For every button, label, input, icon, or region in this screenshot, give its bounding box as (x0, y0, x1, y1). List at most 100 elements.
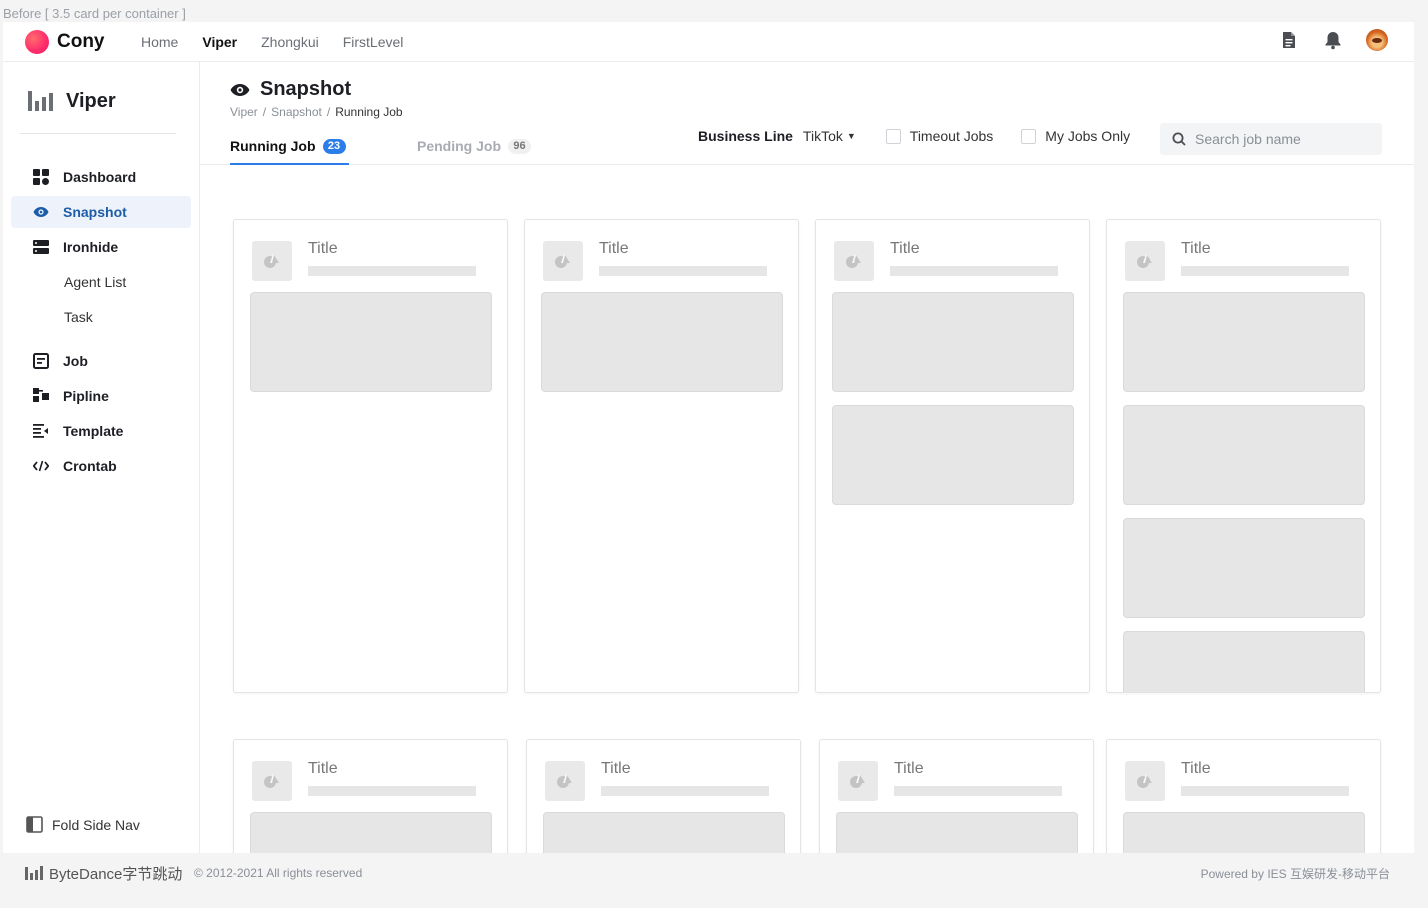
breadcrumb-snapshot[interactable]: Snapshot (271, 105, 322, 119)
job-card[interactable]: Title (819, 739, 1094, 853)
business-line-label: Business Line (698, 128, 793, 144)
main-content: Snapshot Viper / Snapshot / Running Job Runn… (200, 62, 1414, 853)
top-nav-firstlevel[interactable]: FirstLevel (343, 34, 404, 50)
content-placeholder (250, 292, 492, 392)
sidebar-item-label: Dashboard (63, 169, 137, 185)
brand-name[interactable]: Cony (57, 31, 105, 53)
caret-down-icon[interactable]: ▼ (847, 131, 856, 141)
checkbox-box[interactable] (885, 128, 901, 144)
sidebar-item-ironhide[interactable]: Ironhide (11, 231, 191, 263)
sidebar-item-label: Template (63, 423, 124, 439)
fold-side-nav-button[interactable]: Fold Side Nav (26, 816, 140, 833)
checkbox-box[interactable] (1021, 128, 1037, 144)
sidebar-item-template[interactable]: Template (11, 415, 191, 447)
sidebar: Viper Dashboard Snapshot Ironhide Agent … (3, 62, 200, 853)
sidebar-app-name: Viper (66, 89, 116, 112)
card-subtitle-placeholder (308, 266, 476, 276)
sidebar-item-snapshot[interactable]: Snapshot (11, 196, 191, 228)
card-subtitle-placeholder (894, 786, 1062, 796)
sidebar-logo[interactable]: Viper (28, 89, 116, 113)
sidebar-item-label: Pipline (63, 388, 109, 404)
timeout-jobs-checkbox[interactable]: Timeout Jobs (885, 128, 993, 144)
content-placeholder (1123, 405, 1365, 505)
viper-logo-icon (28, 91, 53, 111)
tab-label: Pending Job (417, 138, 501, 154)
top-icons (1278, 29, 1388, 51)
content-placeholder (543, 812, 785, 853)
card-title: Title (601, 760, 631, 777)
sidebar-item-label: Crontab (63, 458, 117, 474)
card-title: Title (1181, 240, 1211, 257)
avatar[interactable] (1366, 29, 1388, 51)
job-card[interactable]: Title (1106, 219, 1381, 693)
job-card[interactable]: Title (233, 739, 508, 853)
pipeline-icon (33, 388, 49, 404)
my-jobs-only-label: My Jobs Only (1045, 128, 1131, 144)
image-placeholder-icon (252, 241, 292, 281)
sidebar-item-task[interactable]: Task (11, 301, 191, 333)
top-nav-home[interactable]: Home (141, 34, 178, 50)
running-count-badge: 23 (322, 139, 346, 154)
bell-icon[interactable] (1322, 29, 1344, 51)
job-card[interactable]: Title (526, 739, 801, 853)
job-card[interactable]: Title (233, 219, 508, 693)
filters: Business Line TikTok ▼ Timeout Jobs My J… (698, 128, 1158, 144)
tab-pending-job[interactable]: Pending Job 96 (417, 138, 531, 165)
business-line-select[interactable]: TikTok (803, 128, 843, 144)
sidebar-item-pipline[interactable]: Pipline (11, 380, 191, 412)
card-subtitle-placeholder (599, 266, 767, 276)
sidebar-item-job[interactable]: Job (11, 345, 191, 377)
card-title: Title (599, 240, 629, 257)
fold-side-nav-label: Fold Side Nav (52, 816, 140, 833)
content-placeholder (832, 292, 1074, 392)
card-subtitle-placeholder (1181, 786, 1349, 796)
sidebar-item-crontab[interactable]: Crontab (11, 450, 191, 482)
pending-count-badge: 96 (508, 139, 531, 154)
job-card[interactable]: Title (815, 219, 1090, 693)
top-nav-zhongkui[interactable]: Zhongkui (261, 34, 319, 50)
image-placeholder-icon (834, 241, 874, 281)
top-nav-viper[interactable]: Viper (202, 34, 237, 50)
content-placeholder (836, 812, 1078, 853)
dashboard-icon (33, 169, 49, 185)
brand-logo-icon (25, 30, 49, 54)
card-title: Title (890, 240, 920, 257)
footer-copyright: © 2012-2021 All rights reserved (194, 866, 363, 880)
eye-icon (230, 83, 250, 96)
bytedance-logo-icon (25, 866, 43, 880)
image-placeholder-icon (1125, 241, 1165, 281)
tab-label: Running Job (230, 138, 316, 154)
my-jobs-only-checkbox[interactable]: My Jobs Only (1021, 128, 1130, 144)
server-icon (33, 239, 49, 255)
search-input[interactable] (1195, 131, 1365, 147)
template-icon (33, 423, 49, 439)
sidebar-item-agent-list[interactable]: Agent List (11, 266, 191, 298)
breadcrumb-viper[interactable]: Viper (230, 105, 258, 119)
sidebar-item-label: Job (63, 353, 88, 369)
image-placeholder-icon (545, 761, 585, 801)
breadcrumb: Viper / Snapshot / Running Job (230, 105, 403, 119)
card-subtitle-placeholder (308, 786, 476, 796)
search-box[interactable] (1160, 123, 1382, 155)
sidebar-item-label: Snapshot (63, 204, 127, 220)
document-icon[interactable] (1278, 29, 1300, 51)
job-icon (33, 353, 49, 369)
card-title: Title (894, 760, 924, 777)
card-title: Title (1181, 760, 1211, 777)
search-icon (1172, 132, 1186, 146)
content-placeholder (1123, 518, 1365, 618)
app-window: Cony Home Viper Zhongkui FirstLevel Vipe… (3, 22, 1414, 893)
footer-brand-name: ByteDance字节跳动 (49, 865, 183, 883)
eye-icon (33, 204, 49, 220)
breadcrumb-current: Running Job (335, 105, 403, 119)
footer: ByteDance字节跳动 © 2012-2021 All rights res… (3, 853, 1414, 893)
fold-panel-icon (26, 816, 43, 833)
tab-running-job[interactable]: Running Job 23 (230, 138, 349, 165)
image-placeholder-icon (252, 761, 292, 801)
sidebar-item-dashboard[interactable]: Dashboard (11, 161, 191, 193)
content-placeholder (1123, 812, 1365, 853)
sidebar-item-label: Ironhide (63, 239, 119, 255)
job-card[interactable]: Title (1106, 739, 1381, 853)
job-card[interactable]: Title (524, 219, 799, 693)
